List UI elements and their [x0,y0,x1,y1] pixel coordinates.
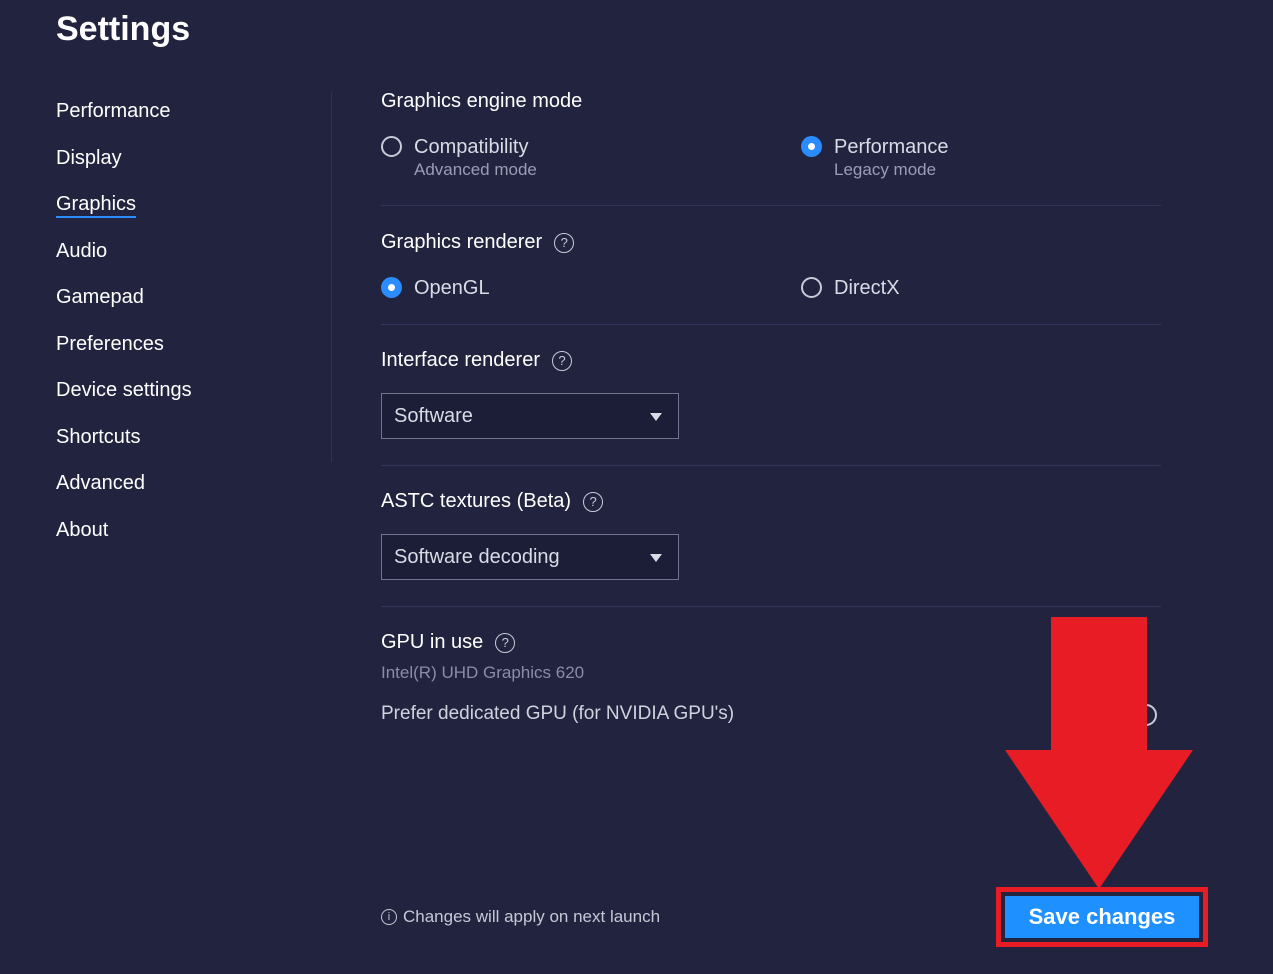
renderer-option-opengl[interactable]: OpenGL [381,276,490,300]
gpu-in-use-title: GPU in use ? [381,631,516,654]
restart-note-text: Changes will apply on next launch [403,907,661,926]
graphics-engine-mode-title: Graphics engine mode [381,90,583,112]
sidebar-item-label: Display [56,146,122,169]
radio-sublabel: Legacy mode [834,160,937,179]
radio-unchecked-icon[interactable] [381,136,402,157]
sidebar-item-label: Graphics [56,193,137,218]
sidebar-item-label: Gamepad [56,286,144,308]
sidebar-item-label: Shortcuts [56,425,141,448]
help-icon[interactable]: ? [554,232,575,253]
engine-option-performance[interactable]: Performance Legacy mode [801,135,949,181]
sidebar-item-graphics[interactable]: Graphics [56,185,316,232]
help-icon[interactable]: ? [495,632,516,653]
radio-checked-icon[interactable] [801,136,822,157]
sidebar-item-label: About [56,518,109,541]
radio-label: OpenGL [414,277,490,299]
engine-option-compatibility[interactable]: Compatibility Advanced mode [381,135,537,181]
page-title: Settings [56,10,191,48]
sidebar-item-display[interactable]: Display [56,139,316,186]
interface-renderer-title: Interface renderer ? [381,349,572,372]
save-changes-button[interactable]: Save changes [1005,896,1199,938]
sidebar-item-label: Preferences [56,332,164,355]
radio-sublabel: Advanced mode [414,160,537,179]
renderer-option-directx[interactable]: DirectX [801,276,900,300]
sidebar-item-about[interactable]: About [56,511,316,558]
info-icon: i [381,909,397,925]
help-icon[interactable]: ? [551,350,572,371]
sidebar-item-advanced[interactable]: Advanced [56,464,316,511]
sidebar-item-label: Performance [56,100,171,122]
radio-label: Compatibility [414,136,529,158]
select-value: Software decoding [394,545,560,568]
graphics-renderer-title: Graphics renderer ? [381,231,575,254]
astc-textures-select[interactable]: Software decoding [381,534,679,580]
sidebar-divider [331,92,332,462]
red-arrow-annotation [1005,617,1193,889]
radio-checked-icon[interactable] [381,277,402,298]
radio-label: DirectX [834,277,900,299]
section-divider [381,324,1161,325]
sidebar-item-label: Advanced [56,472,145,494]
astc-textures-title: ASTC textures (Beta) ? [381,490,604,513]
chevron-down-icon [650,554,662,562]
radio-unchecked-icon[interactable] [801,277,822,298]
radio-label: Performance [834,136,949,158]
section-divider [381,465,1161,466]
chevron-down-icon [650,413,662,421]
interface-renderer-select[interactable]: Software [381,393,679,439]
gpu-name: Intel(R) UHD Graphics 620 [381,663,585,682]
sidebar-item-preferences[interactable]: Preferences [56,325,316,372]
select-value: Software [394,404,473,427]
sidebar-item-performance[interactable]: Performance [56,92,316,139]
settings-sidebar: Performance Display Graphics Audio Gamep… [56,92,316,557]
section-divider [381,205,1161,206]
section-divider [381,606,1161,607]
sidebar-item-device-settings[interactable]: Device settings [56,371,316,418]
sidebar-item-label: Device settings [56,379,192,401]
help-icon[interactable]: ? [583,491,604,512]
sidebar-item-gamepad[interactable]: Gamepad [56,278,316,325]
prefer-dedicated-gpu-label: Prefer dedicated GPU (for NVIDIA GPU's) [381,703,735,724]
sidebar-item-label: Audio [56,239,108,262]
restart-note: i Changes will apply on next launch [381,907,660,927]
sidebar-item-shortcuts[interactable]: Shortcuts [56,418,316,465]
sidebar-item-audio[interactable]: Audio [56,232,316,279]
